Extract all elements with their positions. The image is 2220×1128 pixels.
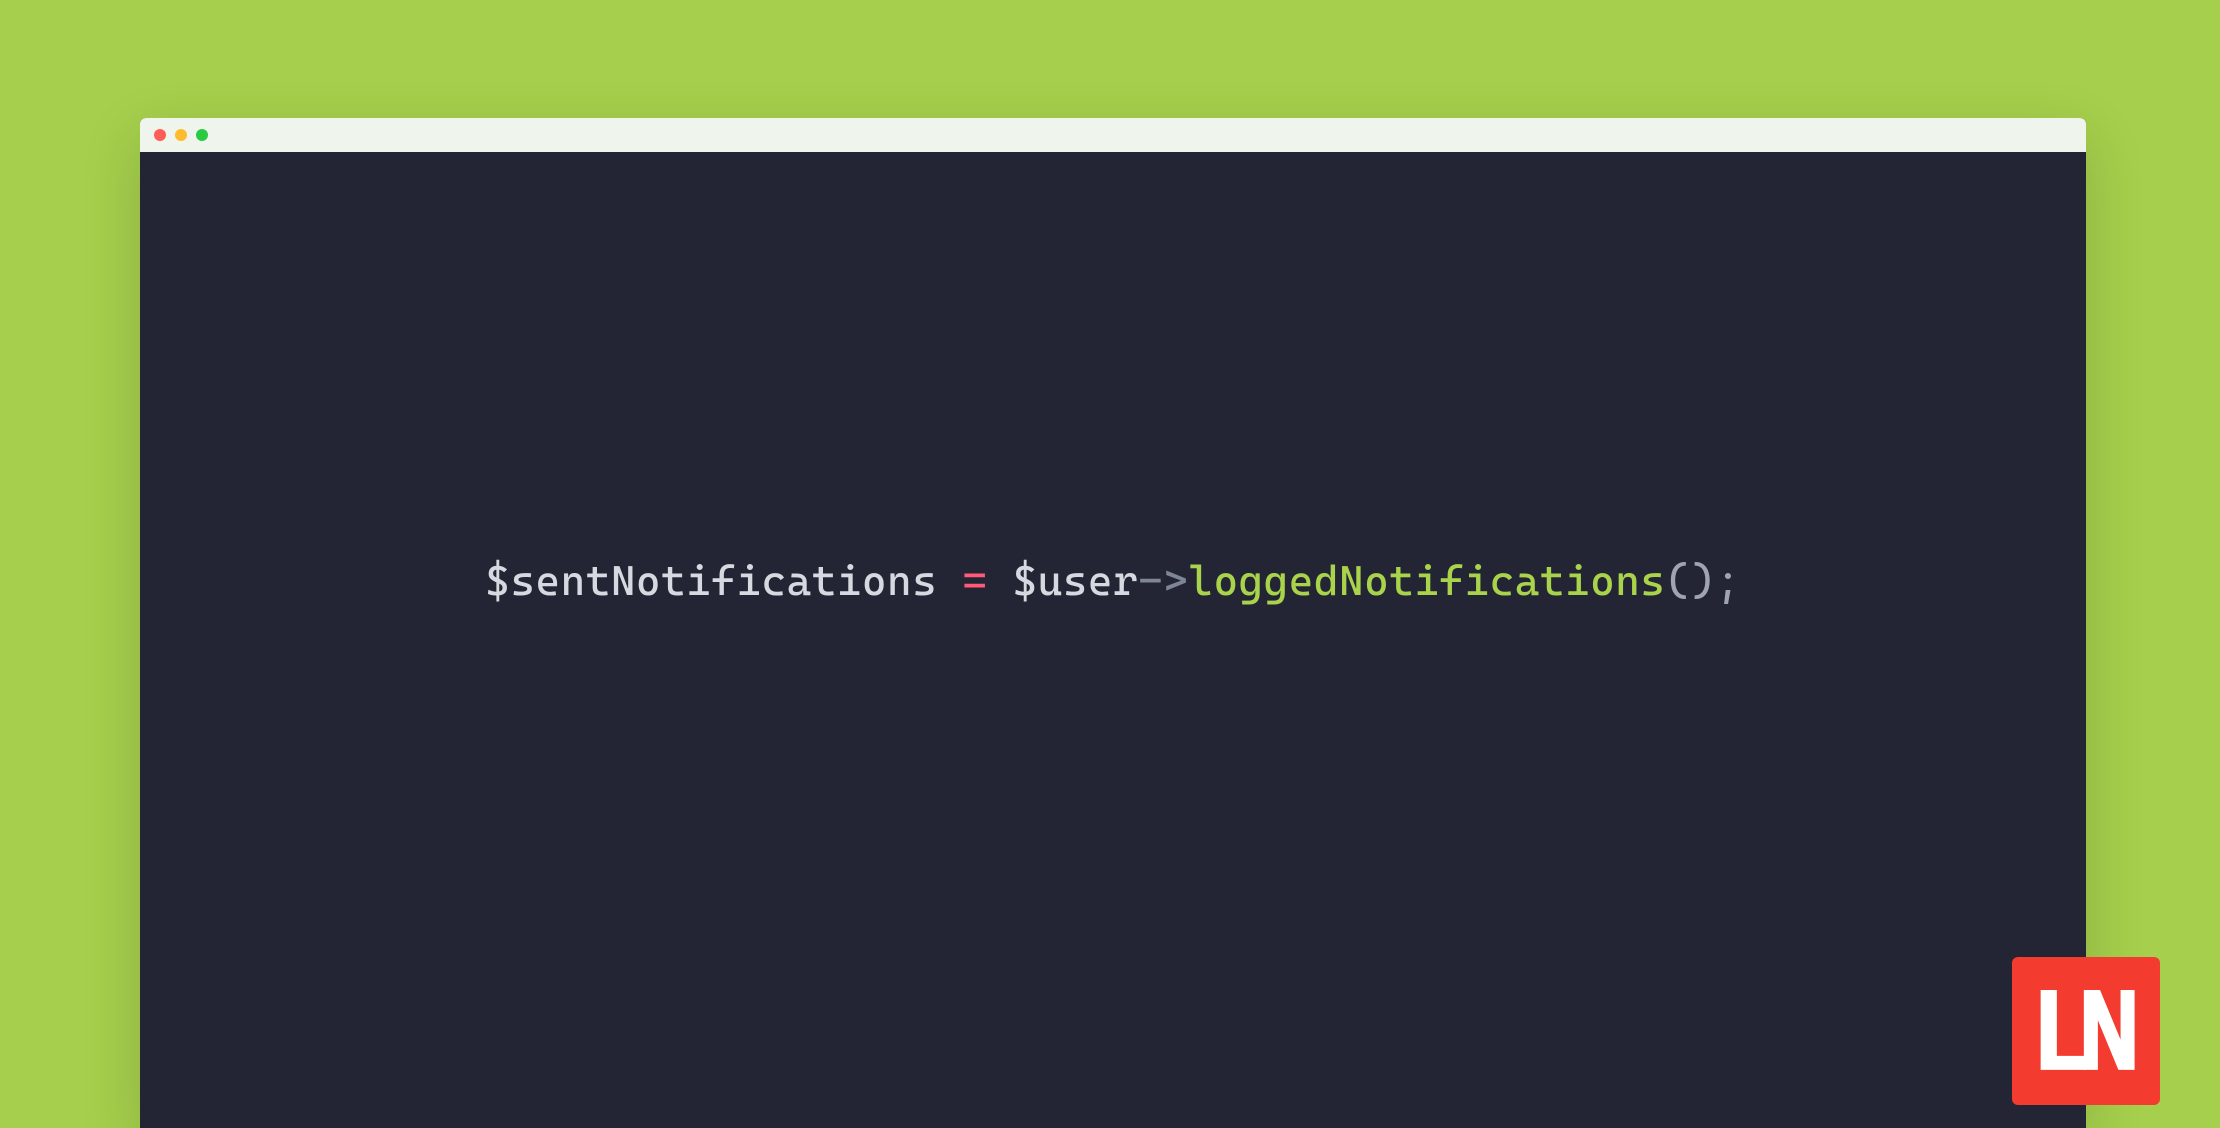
ln-logo-icon	[2032, 977, 2140, 1085]
window-titlebar	[140, 118, 2086, 152]
code-area: $sentNotifications = $user->loggedNotifi…	[140, 152, 2086, 1128]
token-variable: $user	[1013, 556, 1139, 605]
token-space	[987, 556, 1012, 605]
token-space	[937, 556, 962, 605]
code-window: $sentNotifications = $user->loggedNotifi…	[140, 118, 2086, 1128]
laravel-news-badge	[2012, 957, 2160, 1105]
token-arrow: ->	[1138, 556, 1188, 605]
token-variable: $sentNotifications	[485, 556, 937, 605]
token-parens-semicolon: ();	[1665, 556, 1740, 605]
code-line: $sentNotifications = $user->loggedNotifi…	[485, 556, 1740, 605]
maximize-icon[interactable]	[196, 129, 208, 141]
token-operator-equals: =	[962, 556, 987, 605]
minimize-icon[interactable]	[175, 129, 187, 141]
token-method: loggedNotifications	[1188, 556, 1665, 605]
close-icon[interactable]	[154, 129, 166, 141]
